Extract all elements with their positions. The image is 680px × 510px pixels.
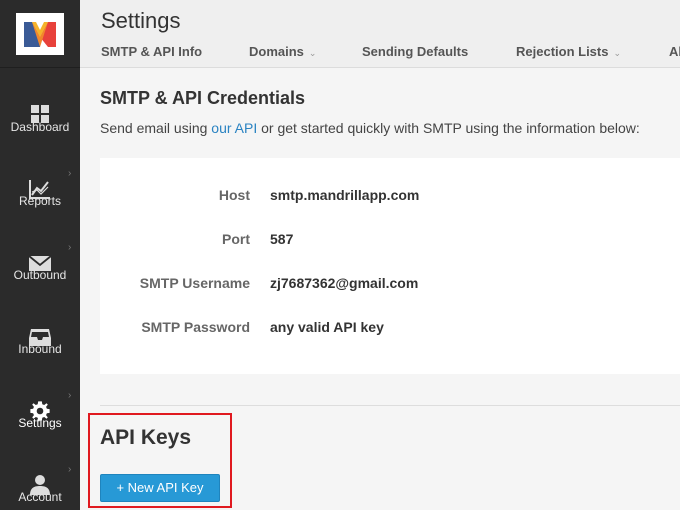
credential-label: Port <box>222 231 250 247</box>
credential-label: SMTP Password <box>141 319 250 335</box>
our-api-link[interactable]: our API <box>211 120 257 136</box>
page-header: Settings SMTP & API Info Domains ⌄ Sendin… <box>80 0 680 68</box>
section-divider <box>100 405 680 406</box>
sidebar-item-reports[interactable]: › Reports <box>0 156 80 230</box>
credential-value: smtp.mandrillapp.com <box>270 187 420 203</box>
sidebar-item-label: Settings <box>18 416 62 430</box>
tab-label: SMTP & API Info <box>101 44 203 59</box>
credentials-panel: Host smtp.mandrillapp.com Port 587 SMTP … <box>100 158 680 374</box>
sidebar-item-label: Account <box>18 490 62 504</box>
credential-value: any valid API key <box>270 319 384 335</box>
section-title: SMTP & API Credentials <box>100 88 306 108</box>
chevron-right-icon: › <box>68 390 72 401</box>
sidebar-item-dashboard[interactable]: Dashboard <box>0 82 80 156</box>
sidebar-item-settings[interactable]: › Settings <box>0 378 80 452</box>
chevron-right-icon: › <box>68 168 72 179</box>
chevron-down-icon: ⌄ <box>308 48 317 58</box>
tab-truncated[interactable]: Al <box>669 44 680 59</box>
sidebar-item-account[interactable]: › Account <box>0 452 80 510</box>
credential-label: SMTP Username <box>139 275 250 291</box>
intro-text-end: or get started quickly with SMTP using t… <box>257 120 640 136</box>
page-title: Settings <box>101 8 181 33</box>
credential-row-host: Host smtp.mandrillapp.com <box>100 187 680 207</box>
sidebar-item-label: Dashboard <box>10 120 70 134</box>
intro-text-start: Send email using <box>100 120 212 136</box>
tab-sending-defaults[interactable]: Sending Defaults <box>362 44 468 59</box>
credential-label: Host <box>218 187 250 203</box>
tab-label: Rejection Lists <box>516 44 609 59</box>
logo-area <box>0 0 80 68</box>
credential-row-port: Port 587 <box>100 231 680 251</box>
tab-rejection-lists[interactable]: Rejection Lists ⌄ <box>516 44 621 59</box>
intro-text: Send email using our API or get started … <box>100 120 640 136</box>
sidebar-item-label: Reports <box>18 194 62 208</box>
api-keys-title: API Keys <box>100 426 192 449</box>
tab-label: Domains <box>249 44 304 59</box>
chevron-right-icon: › <box>68 464 72 475</box>
tab-label: Al <box>669 44 680 59</box>
chevron-right-icon: › <box>68 242 72 253</box>
credential-row-password: SMTP Password any valid API key <box>100 319 680 339</box>
chevron-down-icon: ⌄ <box>613 48 622 58</box>
tab-smtp-api-info[interactable]: SMTP & API Info <box>101 44 202 59</box>
credential-value: zj7687362@gmail.com <box>270 275 419 291</box>
sidebar: Dashboard › Reports › Outbound Inbound ›… <box>0 0 80 510</box>
credential-value: 587 <box>270 231 294 247</box>
tab-label: Sending Defaults <box>362 44 469 59</box>
sidebar-item-label: Inbound <box>18 342 62 356</box>
sidebar-item-inbound[interactable]: Inbound <box>0 304 80 378</box>
sidebar-item-label: Outbound <box>13 268 67 282</box>
credential-row-username: SMTP Username zj7687362@gmail.com <box>100 275 680 295</box>
mandrill-logo[interactable] <box>16 13 64 55</box>
new-api-key-button[interactable]: + New API Key <box>100 474 220 502</box>
sidebar-item-outbound[interactable]: › Outbound <box>0 230 80 304</box>
tab-domains[interactable]: Domains ⌄ <box>249 44 316 59</box>
